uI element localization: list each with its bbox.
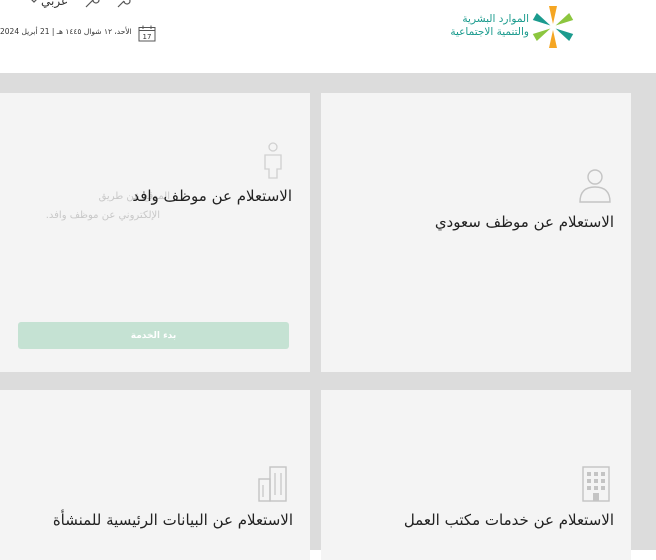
service-card-saudi-employee[interactable]: الاستعلام عن موظف سعودي xyxy=(321,93,631,372)
services-area: الاستعلام عن موظف سعودي الموقع عن طريق ا… xyxy=(0,73,656,560)
worker-icon xyxy=(264,142,282,179)
settings-wrench-icon[interactable] xyxy=(84,0,100,8)
date-text: الأحد، ١٢ شوال ١٤٤٥ هـ | 21 أبريل 2024 xyxy=(0,27,132,36)
start-service-button[interactable]: بدء الخدمة xyxy=(18,322,289,349)
service-card-title: الاستعلام عن موظف وافد xyxy=(132,187,292,205)
service-card-expat-employee[interactable]: الموقع عن طريق الإلكتروني عن موظف وافد. … xyxy=(0,93,310,372)
service-card-description-2: الإلكتروني عن موظف وافد. xyxy=(45,210,160,221)
start-service-label: بدء الخدمة xyxy=(130,330,177,341)
accessibility-tool-icon[interactable] xyxy=(116,0,132,8)
date-display: الأحد، ١٢ شوال ١٤٤٥ هـ | 21 أبريل 2024 1… xyxy=(0,25,158,42)
site-header: الموارد البشرية والتنمية الاجتماعية عربي… xyxy=(0,0,656,73)
language-label: عربي xyxy=(41,0,69,8)
person-icon xyxy=(579,169,611,203)
chevron-down-icon xyxy=(31,0,37,3)
buildings-icon xyxy=(258,466,287,502)
logo-text: الموارد البشرية والتنمية الاجتماعية xyxy=(450,13,529,39)
service-card-establishment-data[interactable]: الاستعلام عن البيانات الرئيسية للمنشأة xyxy=(0,390,310,560)
ministry-emblem-icon xyxy=(532,6,574,48)
calendar-day: 17 xyxy=(143,33,152,41)
ministry-logo[interactable]: الموارد البشرية والتنمية الاجتماعية xyxy=(421,3,576,53)
service-card-title: الاستعلام عن خدمات مكتب العمل xyxy=(403,511,614,529)
service-card-title: الاستعلام عن موظف سعودي xyxy=(434,213,614,231)
header-tools: عربي xyxy=(30,0,132,8)
calendar-icon: 17 xyxy=(138,25,156,42)
service-card-labor-office[interactable]: الاستعلام عن خدمات مكتب العمل xyxy=(321,390,631,560)
building-icon xyxy=(582,466,610,502)
logo-line-2: والتنمية الاجتماعية xyxy=(450,26,529,38)
language-switcher[interactable]: عربي xyxy=(30,0,68,8)
logo-line-1: الموارد البشرية xyxy=(462,13,529,25)
service-card-title: الاستعلام عن البيانات الرئيسية للمنشأة xyxy=(52,511,293,529)
